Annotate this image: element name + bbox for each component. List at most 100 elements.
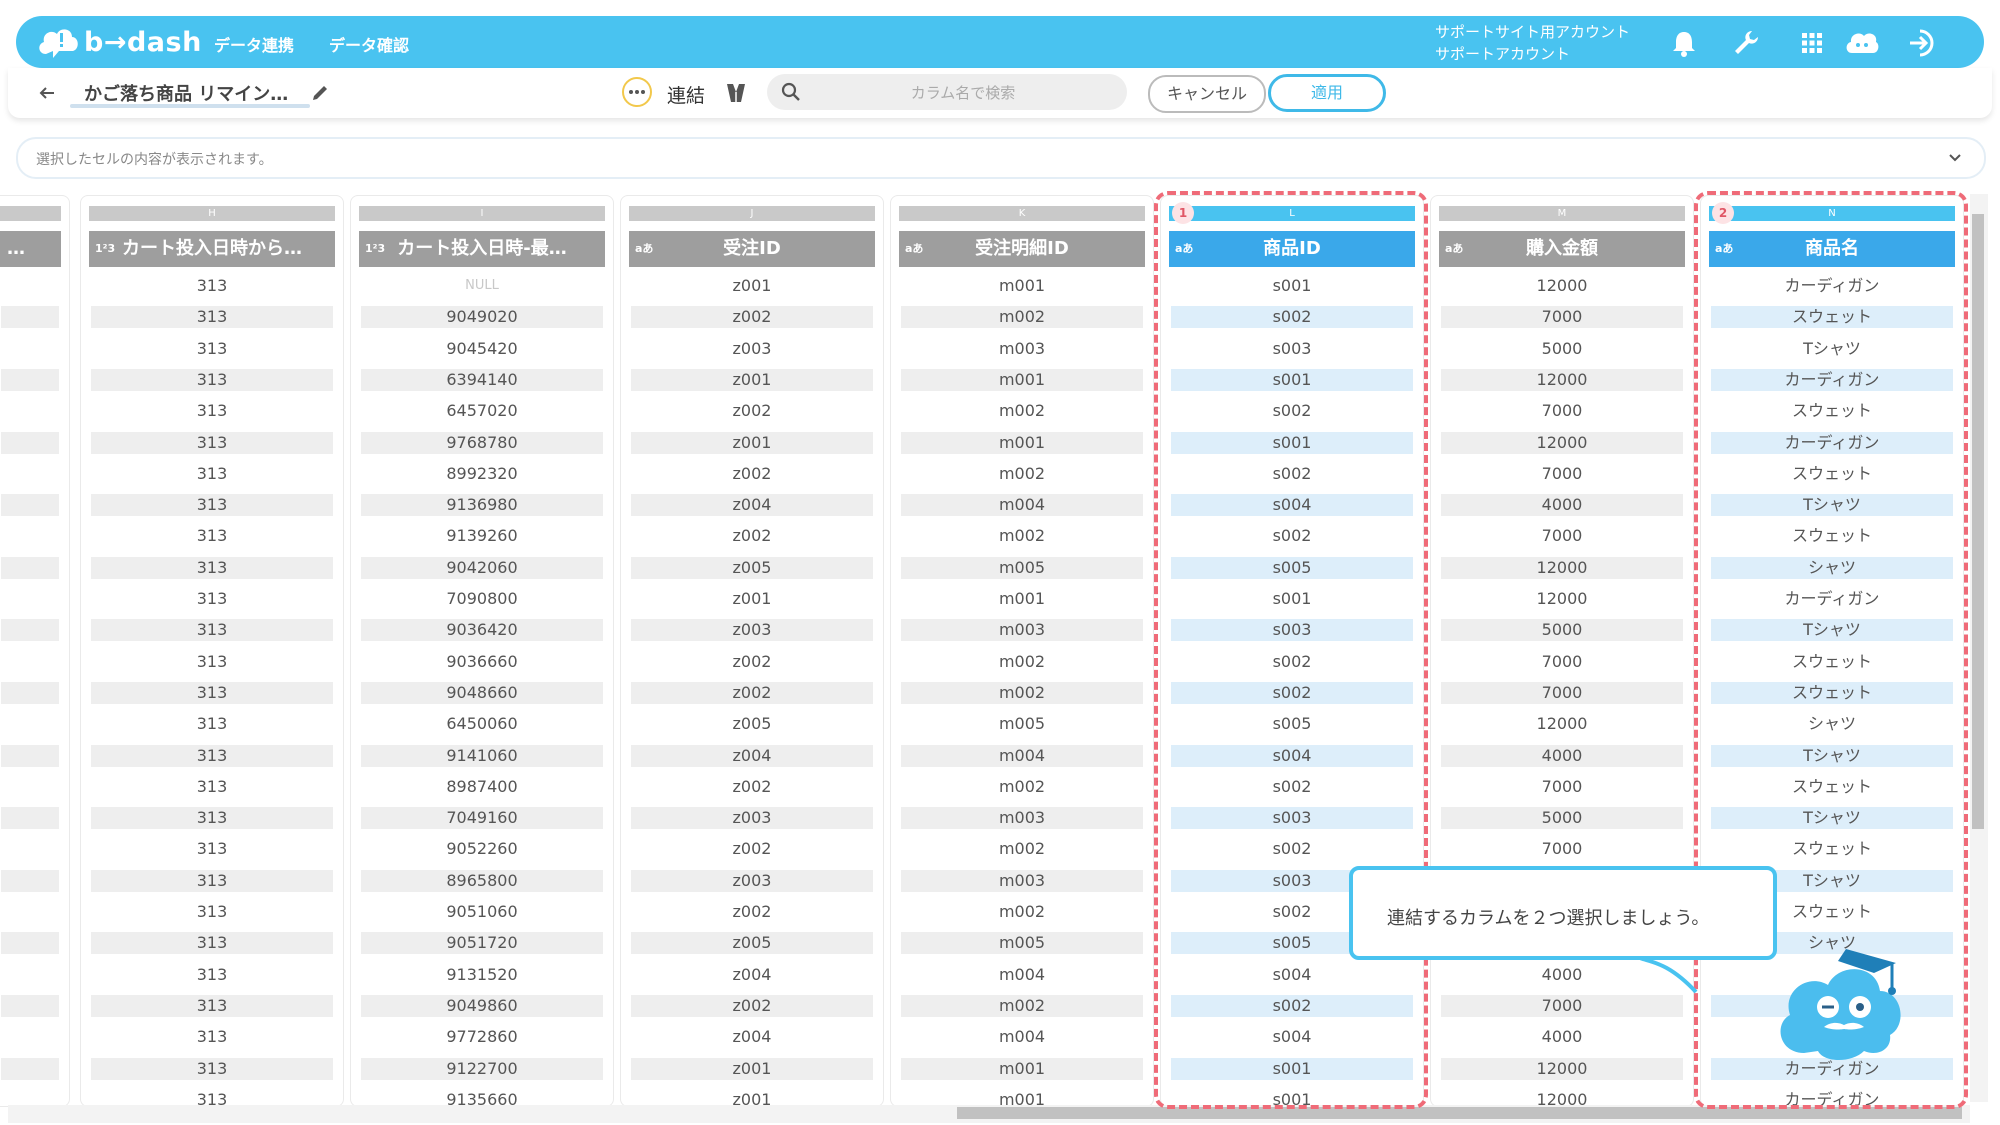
table-cell[interactable]: 7000 — [1441, 681, 1683, 704]
table-cell[interactable]: 7000 — [1441, 463, 1683, 485]
table-cell[interactable]: z002 — [631, 525, 873, 547]
table-cell[interactable]: 313 — [91, 306, 333, 329]
table-cell[interactable] — [1, 1057, 59, 1080]
table-cell[interactable] — [1, 932, 59, 955]
table-cell[interactable] — [1, 463, 59, 485]
table-cell[interactable] — [1, 807, 59, 830]
column-j[interactable]: Jaあ 受注ID z001 z002 z003 z001 z002 z001 z002 z004 z… — [620, 195, 884, 1107]
table-cell[interactable]: 313 — [91, 713, 333, 735]
table-cell[interactable]: m001 — [901, 1057, 1143, 1080]
table-cell[interactable]: z004 — [631, 964, 873, 986]
nav-data-check[interactable]: データ確認 — [329, 32, 409, 56]
table-cell[interactable]: z001 — [631, 431, 873, 454]
table-cell[interactable]: 9051060 — [361, 901, 603, 923]
column-h[interactable]: H 1²3 カート投入日時から… 313 313 313 313 313 313 313 313 31… — [80, 195, 344, 1107]
column-header[interactable]: … — [0, 231, 61, 267]
table-cell[interactable] — [1, 525, 59, 547]
logout-icon[interactable] — [1906, 27, 1938, 59]
table-cell[interactable]: 5000 — [1441, 807, 1683, 830]
table-cell[interactable]: z002 — [631, 838, 873, 860]
table-cell[interactable]: 9768780 — [361, 431, 603, 454]
table-cell[interactable]: 4000 — [1441, 1026, 1683, 1048]
table-cell[interactable]: z003 — [631, 869, 873, 892]
vertical-scroll-thumb[interactable] — [1972, 214, 1984, 829]
table-cell[interactable]: 313 — [91, 807, 333, 830]
table-cell[interactable]: 12000 — [1441, 1057, 1683, 1080]
table-cell[interactable]: 9141060 — [361, 744, 603, 767]
table-cell[interactable]: 313 — [91, 338, 333, 360]
table-cell[interactable] — [1, 964, 59, 986]
table-cell[interactable]: m002 — [901, 400, 1143, 422]
table-cell[interactable]: 313 — [91, 619, 333, 642]
table-cell[interactable]: 313 — [91, 838, 333, 860]
account-info[interactable]: サポートサイト用アカウント サポートアカウント — [1435, 21, 1630, 65]
table-cell[interactable] — [1, 275, 59, 297]
table-cell[interactable] — [1, 681, 59, 704]
table-cell[interactable] — [1, 1026, 59, 1048]
bell-icon[interactable] — [1668, 27, 1700, 59]
table-cell[interactable] — [1, 588, 59, 610]
table-cell[interactable]: 313 — [91, 588, 333, 610]
table-cell[interactable]: m002 — [901, 838, 1143, 860]
table-cell[interactable]: 313 — [91, 463, 333, 485]
table-cell[interactable]: z004 — [631, 744, 873, 767]
table-cell[interactable]: 9048660 — [361, 681, 603, 704]
table-cell[interactable]: 9131520 — [361, 964, 603, 986]
table-cell[interactable]: 313 — [91, 744, 333, 767]
table-cell[interactable]: m004 — [901, 744, 1143, 767]
table-cell[interactable] — [1, 994, 59, 1017]
table-cell[interactable]: m004 — [901, 494, 1143, 517]
table-cell[interactable]: z002 — [631, 901, 873, 923]
table-cell[interactable] — [1, 400, 59, 422]
table-cell[interactable]: m005 — [901, 932, 1143, 955]
table-cell[interactable]: m004 — [901, 1026, 1143, 1048]
table-cell[interactable]: 9139260 — [361, 525, 603, 547]
table-cell[interactable]: m003 — [901, 807, 1143, 830]
table-cell[interactable] — [1, 306, 59, 329]
table-cell[interactable]: 7000 — [1441, 525, 1683, 547]
table-cell[interactable]: 9772860 — [361, 1026, 603, 1048]
table-cell[interactable] — [1, 651, 59, 673]
table-cell[interactable]: 313 — [91, 932, 333, 955]
table-cell[interactable]: m004 — [901, 964, 1143, 986]
table-cell[interactable]: 313 — [91, 1026, 333, 1048]
table-cell[interactable]: z003 — [631, 338, 873, 360]
table-cell[interactable]: 6457020 — [361, 400, 603, 422]
table-cell[interactable]: 9136980 — [361, 494, 603, 517]
join-mode-icon[interactable] — [724, 80, 748, 106]
table-cell[interactable]: z001 — [631, 368, 873, 391]
table-cell[interactable]: z001 — [631, 588, 873, 610]
table-cell[interactable]: 313 — [91, 869, 333, 892]
apply-button[interactable]: 適用 — [1268, 74, 1386, 112]
table-cell[interactable]: z002 — [631, 681, 873, 704]
table-cell[interactable]: z005 — [631, 713, 873, 735]
table-cell[interactable]: 9052260 — [361, 838, 603, 860]
table-cell[interactable]: m003 — [901, 338, 1143, 360]
table-cell[interactable]: 12000 — [1441, 368, 1683, 391]
table-cell[interactable]: m002 — [901, 463, 1143, 485]
cancel-button[interactable]: キャンセル — [1148, 75, 1266, 113]
table-cell[interactable]: 4000 — [1441, 744, 1683, 767]
table-cell[interactable]: 12000 — [1441, 556, 1683, 579]
pencil-icon[interactable] — [309, 82, 331, 104]
table-cell[interactable]: 313 — [91, 776, 333, 798]
table-cell[interactable] — [1, 776, 59, 798]
table-cell[interactable] — [1, 338, 59, 360]
bdash-logo[interactable]: b→dash — [36, 23, 202, 61]
table-cell[interactable]: z003 — [631, 619, 873, 642]
column-k[interactable]: Kaあ 受注明細ID m001 m002 m003 m001 m002 m001 m002 m00… — [890, 195, 1154, 1107]
column-search-box[interactable] — [767, 74, 1127, 112]
table-cell[interactable]: 8965800 — [361, 869, 603, 892]
table-cell[interactable]: 313 — [91, 1057, 333, 1080]
table-cell[interactable]: 7000 — [1441, 651, 1683, 673]
table-cell[interactable]: m003 — [901, 869, 1143, 892]
table-cell[interactable]: z002 — [631, 994, 873, 1017]
table-cell[interactable]: z002 — [631, 463, 873, 485]
table-cell[interactable]: z004 — [631, 494, 873, 517]
table-cell[interactable]: z005 — [631, 556, 873, 579]
table-cell[interactable]: 7000 — [1441, 994, 1683, 1017]
table-cell[interactable]: m001 — [901, 431, 1143, 454]
nav-data-integration[interactable]: データ連携 — [214, 32, 294, 56]
table-cell[interactable]: z002 — [631, 776, 873, 798]
table-cell[interactable]: 313 — [91, 400, 333, 422]
